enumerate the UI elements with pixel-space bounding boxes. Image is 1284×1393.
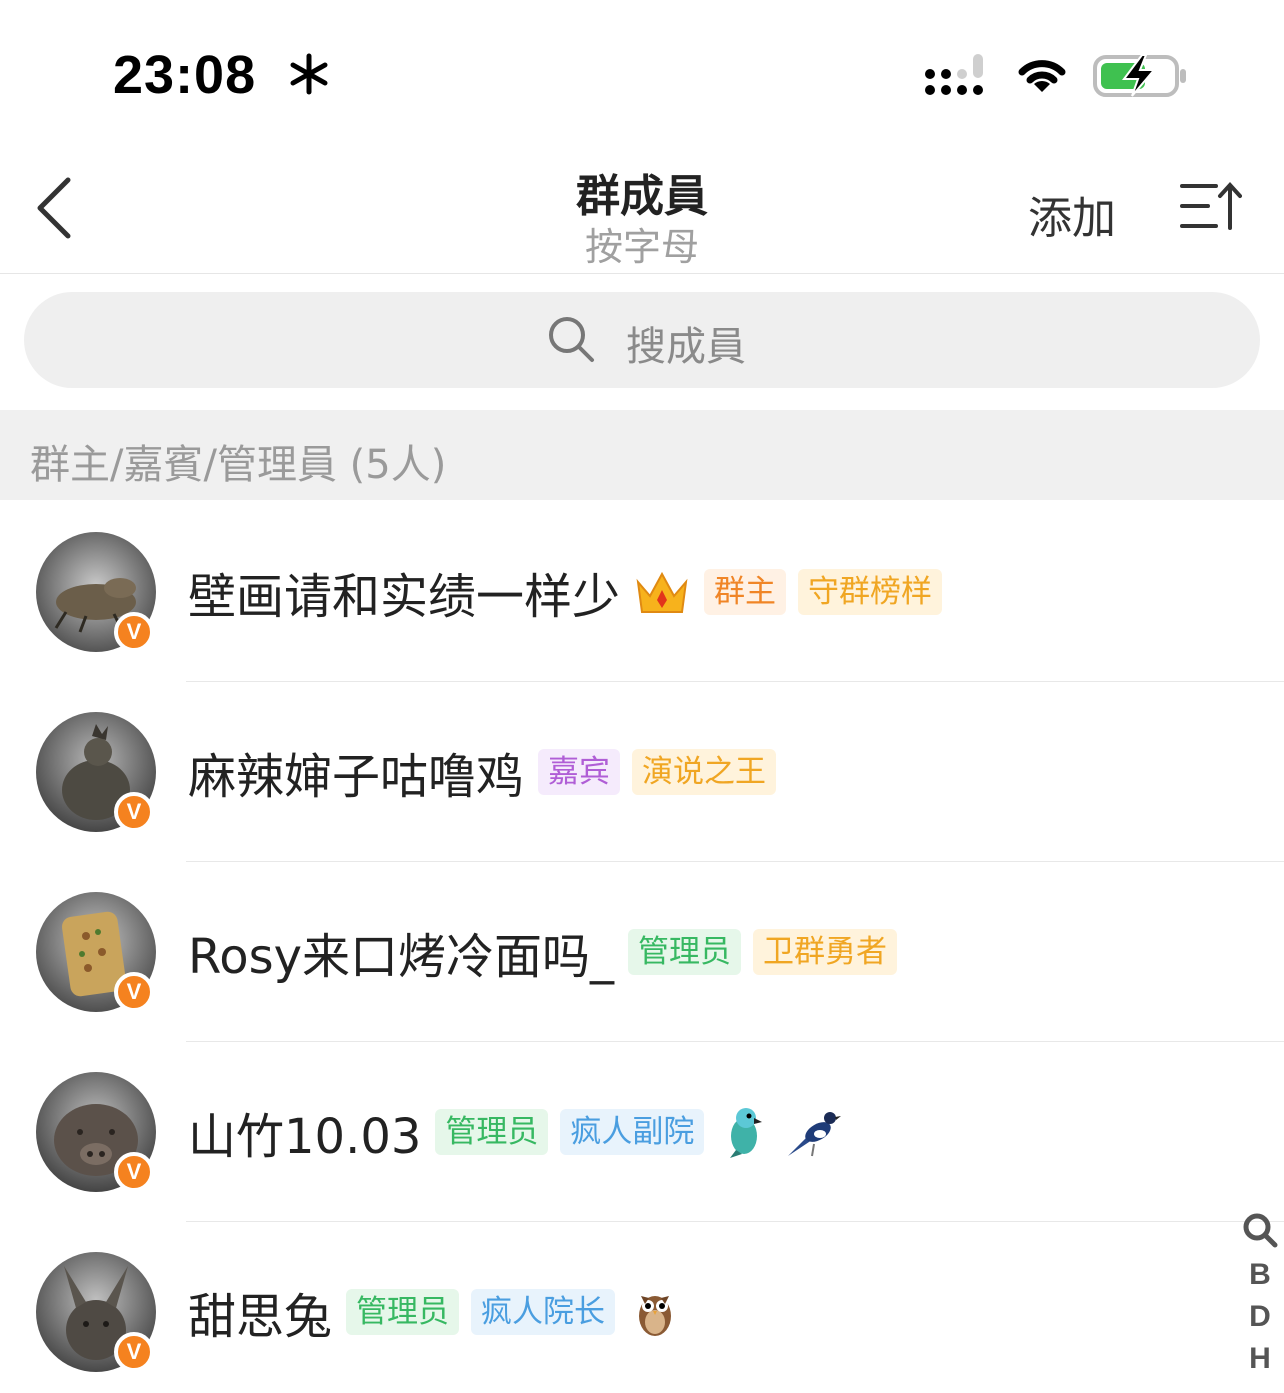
add-member-button[interactable]: 添加 bbox=[1028, 182, 1116, 246]
status-bar: 23:08 bbox=[0, 0, 1284, 150]
sort-icon[interactable] bbox=[1178, 180, 1242, 232]
search-icon bbox=[549, 317, 594, 362]
verified-badge-icon: V bbox=[114, 612, 154, 652]
member-name: 麻辣婶子咕噜鸡 bbox=[188, 749, 525, 805]
member-row[interactable]: V 山竹10.03 管理员 疯人副院 bbox=[0, 1042, 1284, 1222]
index-letter[interactable]: D bbox=[1240, 1296, 1280, 1338]
title-tag: 演说之王 bbox=[632, 749, 777, 795]
crown-icon bbox=[636, 571, 688, 613]
section-title: 群主/嘉賓/管理員 (5人) bbox=[30, 442, 447, 488]
search-bar[interactable]: 搜成員 bbox=[24, 292, 1260, 388]
role-tag: 管理员 bbox=[346, 1289, 460, 1335]
member-name: 山竹10.03 bbox=[188, 1109, 422, 1165]
member-row[interactable]: V 麻辣婶子咕噜鸡 嘉宾 演说之王 bbox=[0, 682, 1284, 862]
verified-badge-icon: V bbox=[114, 1332, 154, 1372]
index-search-icon[interactable] bbox=[1240, 1210, 1280, 1250]
cellular-signal-icon bbox=[925, 54, 983, 95]
index-letter[interactable]: H bbox=[1240, 1338, 1280, 1380]
role-tag: 嘉宾 bbox=[538, 749, 621, 795]
member-name: Rosy来口烤冷面吗_ bbox=[188, 929, 614, 985]
battery-charging-icon bbox=[1093, 54, 1186, 97]
title-tag: 守群榜样 bbox=[798, 569, 943, 615]
wifi-icon bbox=[1018, 60, 1066, 92]
status-time: 23:08 bbox=[113, 45, 257, 105]
nav-bar: 群成員 按字母 添加 bbox=[0, 150, 1284, 274]
alphabet-index[interactable]: B D H bbox=[1240, 1210, 1280, 1380]
role-tag: 群主 bbox=[704, 569, 787, 615]
member-row[interactable]: V 甜思兔 管理员 疯人院长 bbox=[0, 1222, 1284, 1393]
title-tag: 卫群勇者 bbox=[752, 929, 897, 975]
role-tag: 管理员 bbox=[627, 929, 741, 975]
parrot-icon bbox=[730, 1108, 763, 1158]
title-tag: 疯人副院 bbox=[560, 1109, 705, 1155]
role-tag: 管理员 bbox=[435, 1109, 549, 1155]
verified-badge-icon: V bbox=[114, 972, 154, 1012]
member-row[interactable]: V Rosy来口烤冷面吗_ 管理员 卫群勇者 bbox=[0, 862, 1284, 1042]
owl-icon bbox=[639, 1296, 672, 1336]
member-name: 壁画请和实绩一样少 bbox=[188, 569, 621, 625]
index-letter[interactable]: B bbox=[1240, 1254, 1280, 1296]
member-row[interactable]: V 壁画请和实绩一样少 群主 守群榜样 bbox=[0, 502, 1284, 682]
verified-badge-icon: V bbox=[114, 1152, 154, 1192]
title-tag: 疯人院长 bbox=[471, 1289, 616, 1335]
snowflake-icon bbox=[290, 53, 328, 95]
member-name: 甜思兔 bbox=[188, 1289, 333, 1345]
magpie-icon bbox=[788, 1112, 842, 1157]
search-input[interactable]: 搜成員 bbox=[626, 314, 746, 372]
verified-badge-icon: V bbox=[114, 792, 154, 832]
section-header: 群主/嘉賓/管理員 (5人) bbox=[0, 410, 1284, 500]
